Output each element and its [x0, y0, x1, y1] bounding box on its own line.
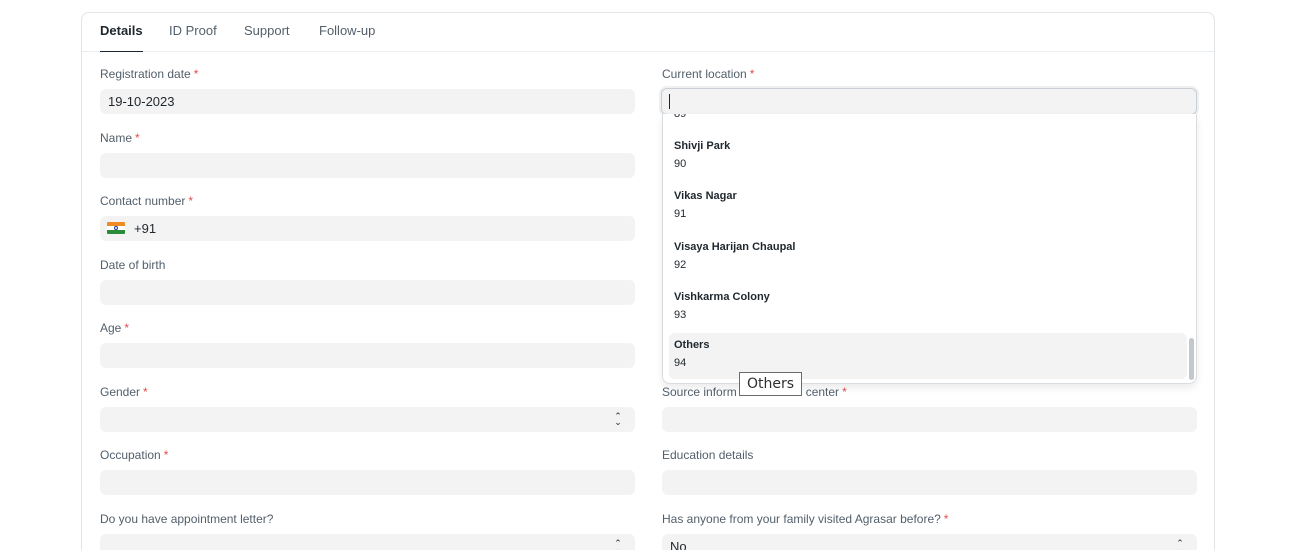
item-code: 94: [674, 357, 687, 369]
required-mark: *: [842, 385, 847, 399]
up-down-chevron-icon: ⌃ ⌄: [1176, 538, 1184, 550]
family-visited-label: Has anyone from your family visited Agra…: [662, 512, 948, 526]
label-text: Current location: [662, 67, 747, 81]
required-mark: *: [135, 131, 140, 145]
label-text-end: center: [805, 385, 840, 399]
label-text: Education details: [662, 448, 754, 462]
tab-bar: Details ID Proof Support Follow-up: [82, 13, 1214, 52]
required-mark: *: [943, 512, 949, 526]
item-code: 91: [674, 208, 687, 220]
label-text-start: Source inform: [662, 385, 737, 399]
registration-date-label: Registration date *: [100, 67, 198, 81]
contact-number-input[interactable]: +91: [100, 216, 635, 241]
label-text: Date of birth: [100, 258, 166, 272]
dropdown-scrollbar-thumb[interactable]: [1189, 338, 1194, 380]
location-dropdown[interactable]: 89 Shivji Park 90 Vikas Nagar 91 Visaya …: [662, 114, 1197, 384]
required-mark: *: [124, 321, 130, 335]
item-code: 93: [674, 309, 687, 321]
item-name: Others: [674, 339, 710, 351]
up-down-chevron-icon: ⌃ ⌄: [614, 538, 622, 550]
required-mark: *: [143, 385, 148, 399]
gender-label: Gender *: [100, 385, 148, 399]
required-mark: *: [193, 67, 199, 81]
family-visited-value: No: [670, 539, 687, 550]
registration-date-value: 19-10-2023: [108, 94, 175, 109]
current-location-label: Current location *: [662, 67, 754, 81]
item-name: Visaya Harijan Chaupal: [674, 241, 796, 253]
dropdown-item[interactable]: Vishkarma Colony 93: [669, 285, 1187, 331]
label-text: Contact number: [100, 194, 186, 208]
date-of-birth-input[interactable]: [100, 280, 635, 305]
dropdown-item[interactable]: Visaya Harijan Chaupal 92: [669, 235, 1187, 281]
appointment-letter-select[interactable]: ⌃ ⌄: [100, 534, 635, 550]
tab-support[interactable]: Support: [244, 23, 290, 52]
india-flag-icon[interactable]: [107, 222, 125, 234]
item-code: 92: [674, 259, 687, 271]
label-text: Occupation: [100, 448, 161, 462]
label-text: Name: [100, 131, 133, 145]
item-name: Vishkarma Colony: [674, 291, 770, 303]
age-input[interactable]: [100, 343, 635, 368]
education-details-label: Education details: [662, 448, 753, 462]
current-location-input[interactable]: [661, 88, 1197, 115]
appointment-letter-label: Do you have appointment letter?: [100, 512, 273, 526]
contact-number-label: Contact number *: [100, 194, 193, 208]
gender-select[interactable]: ⌃ ⌄: [100, 407, 635, 432]
tab-details[interactable]: Details: [100, 23, 143, 52]
label-text: Has anyone from your family visited Agra…: [662, 512, 941, 526]
name-input[interactable]: [100, 153, 635, 178]
age-label: Age *: [100, 321, 129, 335]
required-mark: *: [749, 67, 755, 81]
dropdown-partial-item: 89: [674, 114, 687, 120]
name-label: Name *: [100, 131, 140, 145]
tab-id-proof[interactable]: ID Proof: [169, 23, 217, 52]
registration-date-input[interactable]: 19-10-2023: [100, 89, 635, 114]
tooltip: Others: [739, 372, 803, 396]
tab-follow-up[interactable]: Follow-up: [319, 23, 375, 52]
date-of-birth-label: Date of birth: [100, 258, 165, 272]
item-name: Vikas Nagar: [674, 190, 737, 202]
required-mark: *: [188, 194, 194, 208]
country-code: +91: [134, 221, 157, 236]
item-name: Shivji Park: [674, 140, 731, 152]
education-details-input[interactable]: [662, 470, 1197, 495]
source-information-input[interactable]: [662, 407, 1197, 432]
occupation-input[interactable]: [100, 470, 635, 495]
text-cursor: [669, 94, 670, 109]
dropdown-item[interactable]: Shivji Park 90: [669, 134, 1187, 180]
label-text: Age: [100, 321, 122, 335]
dropdown-item[interactable]: Vikas Nagar 91: [669, 184, 1187, 230]
family-visited-select[interactable]: No ⌃ ⌄: [662, 534, 1197, 550]
label-text: Registration date: [100, 67, 191, 81]
label-text: Do you have appointment letter?: [100, 512, 274, 526]
required-mark: *: [163, 448, 169, 462]
up-down-chevron-icon: ⌃ ⌄: [614, 411, 622, 427]
occupation-label: Occupation *: [100, 448, 168, 462]
item-code: 90: [674, 158, 687, 170]
label-text: Gender: [100, 385, 141, 399]
